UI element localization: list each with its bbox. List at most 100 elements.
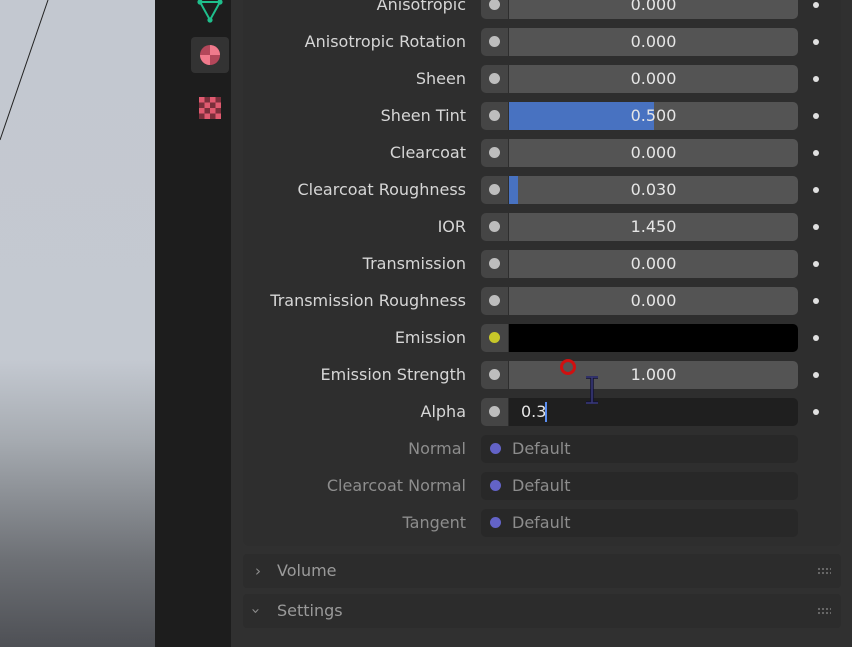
socket-label: Anisotropic Rotation <box>304 32 466 51</box>
float-socket-icon <box>489 147 500 158</box>
socket-label: Normal <box>408 439 466 458</box>
keyframe-dot-icon[interactable] <box>813 372 819 378</box>
socket-row-tangent: Tangent Default <box>231 509 852 537</box>
drag-handle-icon[interactable] <box>817 567 831 575</box>
slider-value: 0.000 <box>630 0 677 14</box>
value-slider[interactable]: 0.000 <box>509 287 798 315</box>
keyframe-dot-icon[interactable] <box>813 76 819 82</box>
float-socket-icon <box>489 406 500 417</box>
float-socket-icon <box>489 0 500 10</box>
material-properties-panel: Anisotropic 0.000 Anisotropic Rotation 0.00… <box>231 0 852 647</box>
vertex-data-icon <box>197 0 223 23</box>
material-icon <box>200 45 220 65</box>
value-slider[interactable]: 0.500 <box>509 102 798 130</box>
float-socket-icon <box>489 36 500 47</box>
keyframe-dot-icon[interactable] <box>813 2 819 8</box>
value-slider[interactable]: 0.000 <box>509 139 798 167</box>
socket-link-button[interactable] <box>481 213 508 241</box>
emission-color-swatch[interactable] <box>509 324 798 352</box>
socket-label: Emission <box>394 328 466 347</box>
texture-icon <box>199 97 221 119</box>
vector-socket-icon <box>490 443 501 454</box>
socket-link-button[interactable] <box>481 176 508 204</box>
tangent-input-field[interactable]: Default <box>481 509 798 537</box>
3d-viewport[interactable] <box>0 0 155 647</box>
tab-material[interactable] <box>191 37 229 73</box>
socket-row: Transmission 0.000 <box>231 250 852 278</box>
alpha-text-input[interactable]: 0.3 <box>509 398 798 426</box>
input-value: Default <box>512 476 571 495</box>
section-title: Volume <box>277 561 337 580</box>
vector-socket-icon <box>490 480 501 491</box>
socket-label: Clearcoat <box>389 143 466 162</box>
normal-input-field[interactable]: Default <box>481 435 798 463</box>
settings-panel-header[interactable]: › Settings <box>243 594 841 628</box>
socket-row-emission-strength: Emission Strength 1.000 <box>231 361 852 389</box>
value-slider[interactable]: 0.000 <box>509 0 798 19</box>
socket-link-button[interactable] <box>481 287 508 315</box>
tab-object-data[interactable] <box>191 0 229 30</box>
socket-row: Clearcoat Roughness 0.030 <box>231 176 852 204</box>
socket-row: Sheen Tint 0.500 <box>231 102 852 130</box>
socket-row-normal: Normal Default <box>231 435 852 463</box>
socket-row-clearcoat-normal: Clearcoat Normal Default <box>231 472 852 500</box>
volume-panel-header[interactable]: › Volume <box>243 554 841 588</box>
float-socket-icon <box>489 73 500 84</box>
socket-label: Transmission Roughness <box>270 291 466 310</box>
socket-link-button[interactable] <box>481 398 508 426</box>
drag-handle-icon[interactable] <box>817 607 831 615</box>
value-slider[interactable]: 0.000 <box>509 28 798 56</box>
value-slider[interactable]: 0.000 <box>509 250 798 278</box>
socket-row: Anisotropic 0.000 <box>231 0 852 19</box>
click-indicator-icon <box>560 359 576 375</box>
keyframe-dot-icon[interactable] <box>813 261 819 267</box>
socket-link-button[interactable] <box>481 250 508 278</box>
slider-value: 0.000 <box>630 254 677 273</box>
value-slider[interactable]: 0.030 <box>509 176 798 204</box>
keyframe-dot-icon[interactable] <box>813 298 819 304</box>
input-value: Default <box>512 439 571 458</box>
socket-row-emission: Emission <box>231 324 852 352</box>
input-value: 0.3 <box>521 402 547 421</box>
socket-link-button[interactable] <box>481 65 508 93</box>
socket-link-button[interactable] <box>481 139 508 167</box>
keyframe-dot-icon[interactable] <box>813 187 819 193</box>
value-slider[interactable]: 0.000 <box>509 65 798 93</box>
socket-label: Clearcoat Normal <box>326 476 466 495</box>
text-cursor-icon <box>586 376 598 404</box>
socket-link-button[interactable] <box>481 361 508 389</box>
properties-tab-bar <box>155 0 231 647</box>
vector-socket-icon <box>490 517 501 528</box>
keyframe-dot-icon[interactable] <box>813 335 819 341</box>
chevron-right-icon: › <box>255 562 261 580</box>
keyframe-dot-icon[interactable] <box>813 39 819 45</box>
slider-value: 0.030 <box>630 180 677 199</box>
socket-link-button[interactable] <box>481 0 508 19</box>
socket-label: Clearcoat Roughness <box>297 180 466 199</box>
float-socket-icon <box>489 184 500 195</box>
viewport-edge-line <box>0 0 49 141</box>
value-slider[interactable]: 1.450 <box>509 213 798 241</box>
color-socket-icon <box>489 332 500 343</box>
tab-texture[interactable] <box>191 90 229 126</box>
keyframe-dot-icon[interactable] <box>813 224 819 230</box>
socket-link-button[interactable] <box>481 102 508 130</box>
socket-link-button[interactable] <box>481 324 508 352</box>
keyframe-dot-icon[interactable] <box>813 409 819 415</box>
float-socket-icon <box>489 258 500 269</box>
float-socket-icon <box>489 221 500 232</box>
slider-value: 0.000 <box>630 32 677 51</box>
slider-value: 0.000 <box>630 143 677 162</box>
socket-label: Sheen <box>415 69 466 88</box>
float-socket-icon <box>489 295 500 306</box>
clearcoat-normal-input-field[interactable]: Default <box>481 472 798 500</box>
socket-row: Clearcoat 0.000 <box>231 139 852 167</box>
emission-strength-slider[interactable]: 1.000 <box>509 361 798 389</box>
section-title: Settings <box>277 601 343 620</box>
socket-link-button[interactable] <box>481 28 508 56</box>
chevron-down-icon: › <box>247 608 265 614</box>
socket-row: Anisotropic Rotation 0.000 <box>231 28 852 56</box>
keyframe-dot-icon[interactable] <box>813 113 819 119</box>
slider-value: 1.450 <box>630 217 677 236</box>
keyframe-dot-icon[interactable] <box>813 150 819 156</box>
